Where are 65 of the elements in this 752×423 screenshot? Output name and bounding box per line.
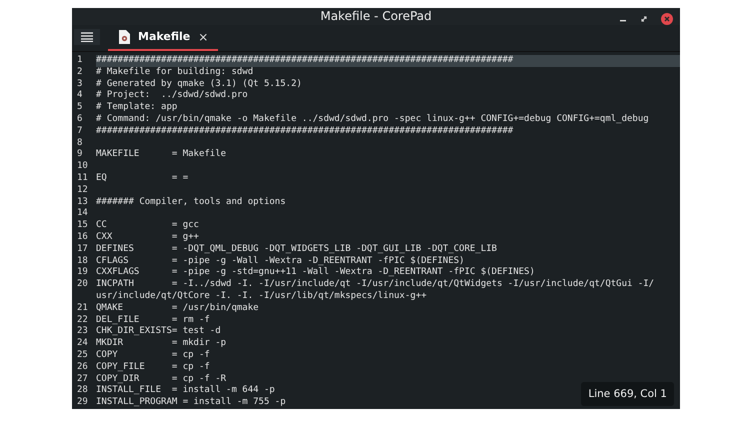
code-line: CXXFLAGS = -pipe -g -std=gnu++11 -Wall -Wextra -D_REENTRANT -fPIC $(DEFINES) [96,267,535,279]
code-line: ############################################################################# [96,55,514,67]
line-number: 29 [76,397,89,409]
code-line: MAKEFILE = Makefile [96,149,226,162]
file-gear-icon [118,30,130,44]
code-line: INSTALL_PROGRAM = install -m 755 -p [96,397,286,409]
code-line: CHK_DIR_EXISTS= test -d [96,326,221,338]
menu-button[interactable] [74,28,100,46]
line-number: 15 [76,220,89,232]
line-number: 4 [76,90,84,102]
code-line: EQ = = [96,173,188,185]
line-number: 28 [76,385,89,397]
code-line: INSTALL_FILE = install -m 644 -p [96,385,275,397]
code-line: INCPATH = -I../sdwd -I. -I/usr/include/qt -I/usr/include/qt/QtWidgets -I/usr/include/qt/QtGui -I/ [96,279,654,291]
code-line: CFLAGS = -pipe -g -Wall -Wextra -D_REENTRANT -fPIC $(DEFINES) [96,256,464,267]
file-tab[interactable]: Makefile × [108,24,218,52]
code-line: CXX = g++ [96,232,199,244]
menu-icon [81,32,93,42]
line-number: 10 [76,161,89,174]
code-line: QMAKE = /usr/bin/qmake [96,302,259,315]
code-line: usr/include/qt/QtCore -I. -I. -I/usr/lib/qt/mkspecs/linux-g++ [96,291,427,303]
code-line: ############################################################################# [96,126,514,138]
close-icon[interactable] [661,13,673,25]
line-number: 24 [76,338,89,350]
cursor-position-label: Line 669, Col 1 [581,382,674,406]
line-number: 6 [76,114,84,126]
code-line: # Generated by qmake (3.1) (Qt 5.15.2) [96,78,302,90]
line-number: 13 [76,196,89,208]
line-number: 22 [76,314,89,326]
window-title: Makefile - CorePad [320,9,432,24]
line-number: 3 [76,78,84,90]
code-line: DEL_FILE = rm -f [96,314,210,326]
code-line: COPY = cp -f [96,350,210,362]
code-line: # Command: /usr/bin/qmake -o Makefile ../sdwd/sdwd.pro -spec linux-g++ CONFIG+=debug CONFIG+=qml_debug [96,114,649,126]
code-line: CC = gcc [96,220,199,232]
line-number: 17 [76,244,89,256]
code-line: MKDIR = mkdir -p [96,338,226,350]
line-number: 18 [76,256,89,267]
tab-close-button[interactable]: × [198,30,208,44]
line-number: 11 [76,173,89,185]
line-number: 21 [76,302,89,315]
code-line: # Template: app [96,102,178,114]
line-number: 9 [76,149,84,161]
code-line: # Project: ../sdwd/sdwd.pro [96,90,248,102]
code-line: COPY_DIR = cp -f -R [96,374,226,385]
code-line: COPY_FILE = cp -f [96,362,210,374]
code-line: ####### Compiler, tools and options [96,196,286,208]
code-line: # Makefile for building: sdwd [96,66,254,79]
line-number: 12 [76,184,89,197]
line-number: 26 [76,362,89,374]
line-number: 8 [76,138,84,149]
line-number: 16 [76,232,89,244]
line-number: 25 [76,350,89,362]
line-number: 1 [76,55,84,67]
line-number: 5 [76,102,84,114]
line-number: 20 [76,279,89,292]
line-number: 27 [76,374,89,385]
line-number: 7 [76,126,84,138]
line-number: 19 [76,267,89,279]
tab-label: Makefile [138,30,190,44]
restore-icon[interactable] [640,15,648,23]
line-number: 23 [76,326,89,338]
code-line: DEFINES = -DQT_QML_DEBUG -DQT_WIDGETS_LIB -DQT_GUI_LIB -DQT_CORE_LIB [96,244,497,256]
line-number: 2 [76,66,84,79]
line-number: 14 [76,208,89,220]
